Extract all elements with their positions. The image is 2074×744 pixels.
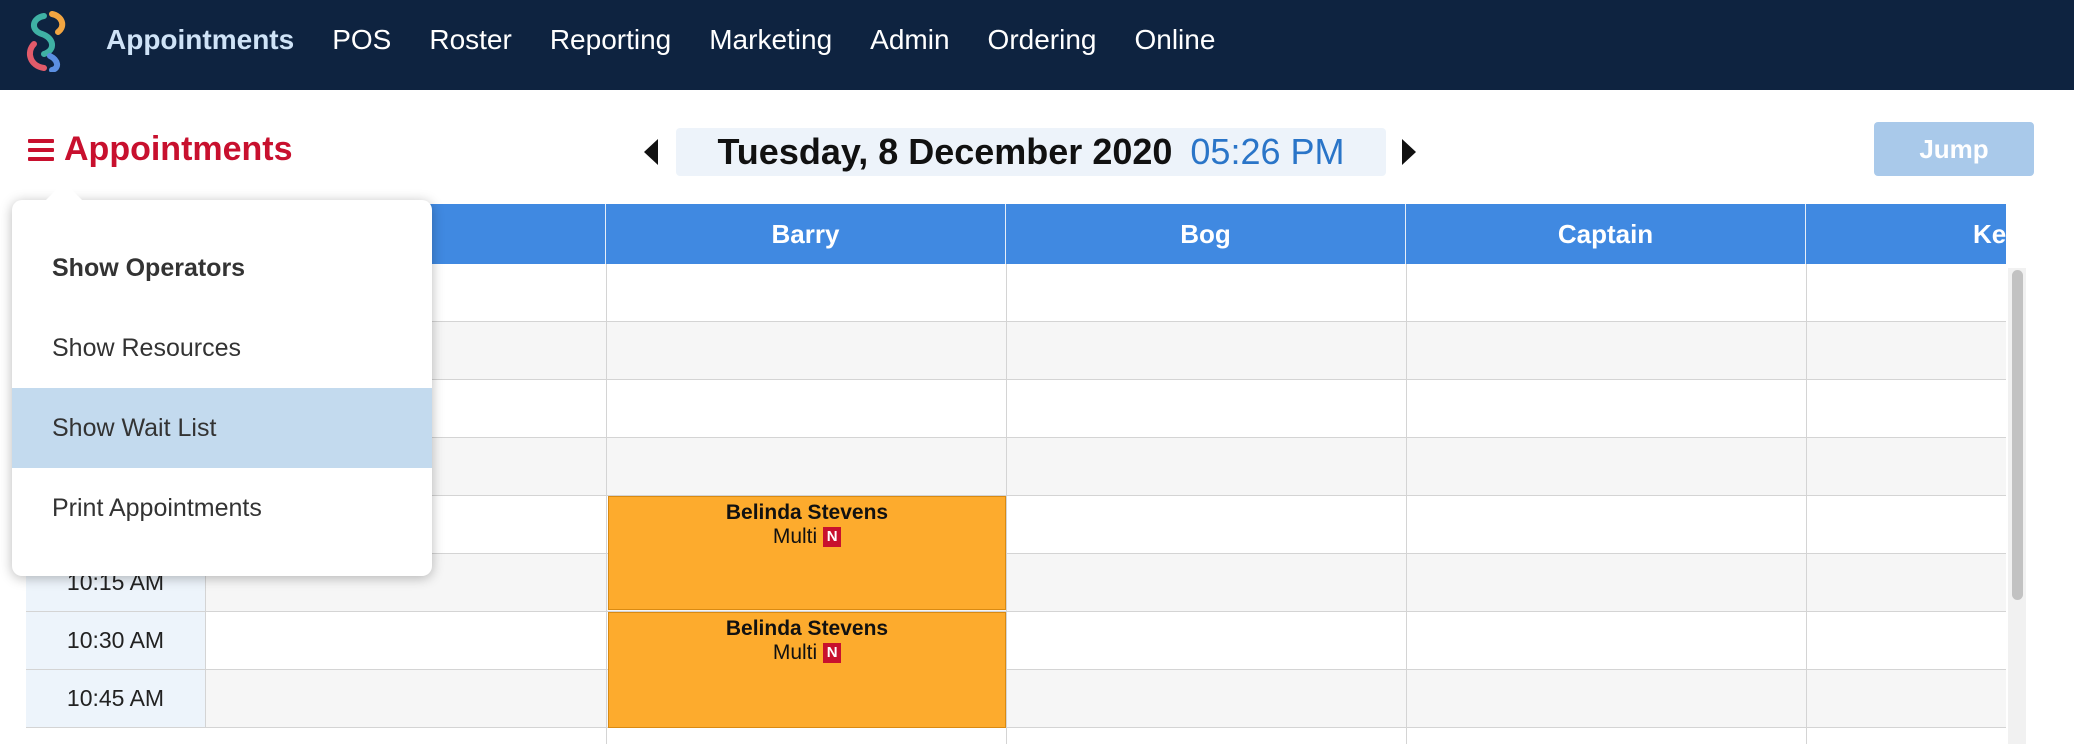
- date-display[interactable]: Tuesday, 8 December 2020 05:26 PM: [676, 128, 1386, 176]
- top-navigation: Appointments POS Roster Reporting Market…: [0, 0, 2074, 90]
- column-divider: [1806, 264, 1807, 744]
- column-divider: [606, 264, 607, 744]
- page-header: Appointments Tuesday, 8 December 2020 05…: [0, 90, 2074, 204]
- time-slot-row[interactable]: [206, 264, 2006, 322]
- appointment-service: Multi N: [609, 525, 1005, 549]
- app-logo-icon[interactable]: [22, 10, 72, 72]
- time-slot-row[interactable]: [206, 496, 2006, 554]
- current-date: Tuesday, 8 December 2020: [717, 131, 1173, 172]
- nav-item-online[interactable]: Online: [1134, 24, 1215, 56]
- column-divider: [1406, 264, 1407, 744]
- appointment-client: Belinda Stevens: [725, 617, 889, 640]
- nav-item-roster[interactable]: Roster: [429, 24, 511, 56]
- current-time: 05:26 PM: [1190, 131, 1345, 172]
- appointment-block[interactable]: Belinda Stevens Multi N: [608, 612, 1006, 728]
- appointments-dropdown-menu: Show Operators Show Resources Show Wait …: [12, 182, 432, 576]
- time-slot-row[interactable]: [206, 670, 2006, 728]
- time-slot-row[interactable]: [206, 438, 2006, 496]
- appointment-service-label: Multi: [772, 525, 818, 548]
- column-divider: [1006, 264, 1007, 744]
- menu-item-show-resources[interactable]: Show Resources: [12, 308, 432, 388]
- scrollbar-thumb[interactable]: [2012, 270, 2023, 600]
- nav-item-appointments[interactable]: Appointments: [106, 24, 294, 56]
- nav-item-pos[interactable]: POS: [332, 24, 391, 56]
- menu-item-show-wait-list[interactable]: Show Wait List: [12, 388, 432, 468]
- time-slot-row[interactable]: [206, 380, 2006, 438]
- previous-day-arrow-icon[interactable]: [644, 139, 658, 165]
- nav-item-marketing[interactable]: Marketing: [709, 24, 832, 56]
- time-label: 10:30 AM: [26, 612, 206, 670]
- calendar-scrollbar[interactable]: [2008, 268, 2026, 744]
- appointment-client: Belinda Stevens: [725, 501, 889, 524]
- page-title[interactable]: Appointments: [64, 130, 293, 169]
- appointment-service: Multi N: [609, 641, 1005, 665]
- operator-column-captain[interactable]: Captain: [1406, 204, 1806, 264]
- operator-column-bog[interactable]: Bog: [1006, 204, 1406, 264]
- menu-item-show-operators[interactable]: Show Operators: [12, 228, 432, 308]
- dropdown-caret-icon: [44, 182, 84, 202]
- hamburger-icon[interactable]: [28, 138, 54, 161]
- operator-column-keith[interactable]: Keith: [1806, 204, 2006, 264]
- time-label: 10:45 AM: [26, 670, 206, 728]
- next-day-arrow-icon[interactable]: [1402, 139, 1416, 165]
- appointment-service-label: Multi: [772, 641, 818, 664]
- menu-item-print-appointments[interactable]: Print Appointments: [12, 468, 432, 548]
- operator-column-barry[interactable]: Barry: [606, 204, 1006, 264]
- new-client-badge: N: [823, 527, 842, 547]
- time-slot-row[interactable]: [206, 322, 2006, 380]
- date-navigator: Tuesday, 8 December 2020 05:26 PM: [644, 128, 1416, 176]
- time-slot-row[interactable]: [206, 612, 2006, 670]
- time-slot-row[interactable]: [206, 554, 2006, 612]
- nav-item-admin[interactable]: Admin: [870, 24, 949, 56]
- appointments-menu-toggle[interactable]: Appointments: [28, 130, 293, 169]
- nav-menu: Appointments POS Roster Reporting Market…: [106, 0, 1253, 80]
- nav-item-ordering[interactable]: Ordering: [988, 24, 1097, 56]
- nav-item-reporting[interactable]: Reporting: [550, 24, 671, 56]
- jump-button[interactable]: Jump: [1874, 122, 2034, 176]
- appointment-block[interactable]: Belinda Stevens Multi N: [608, 496, 1006, 610]
- new-client-badge: N: [823, 643, 842, 663]
